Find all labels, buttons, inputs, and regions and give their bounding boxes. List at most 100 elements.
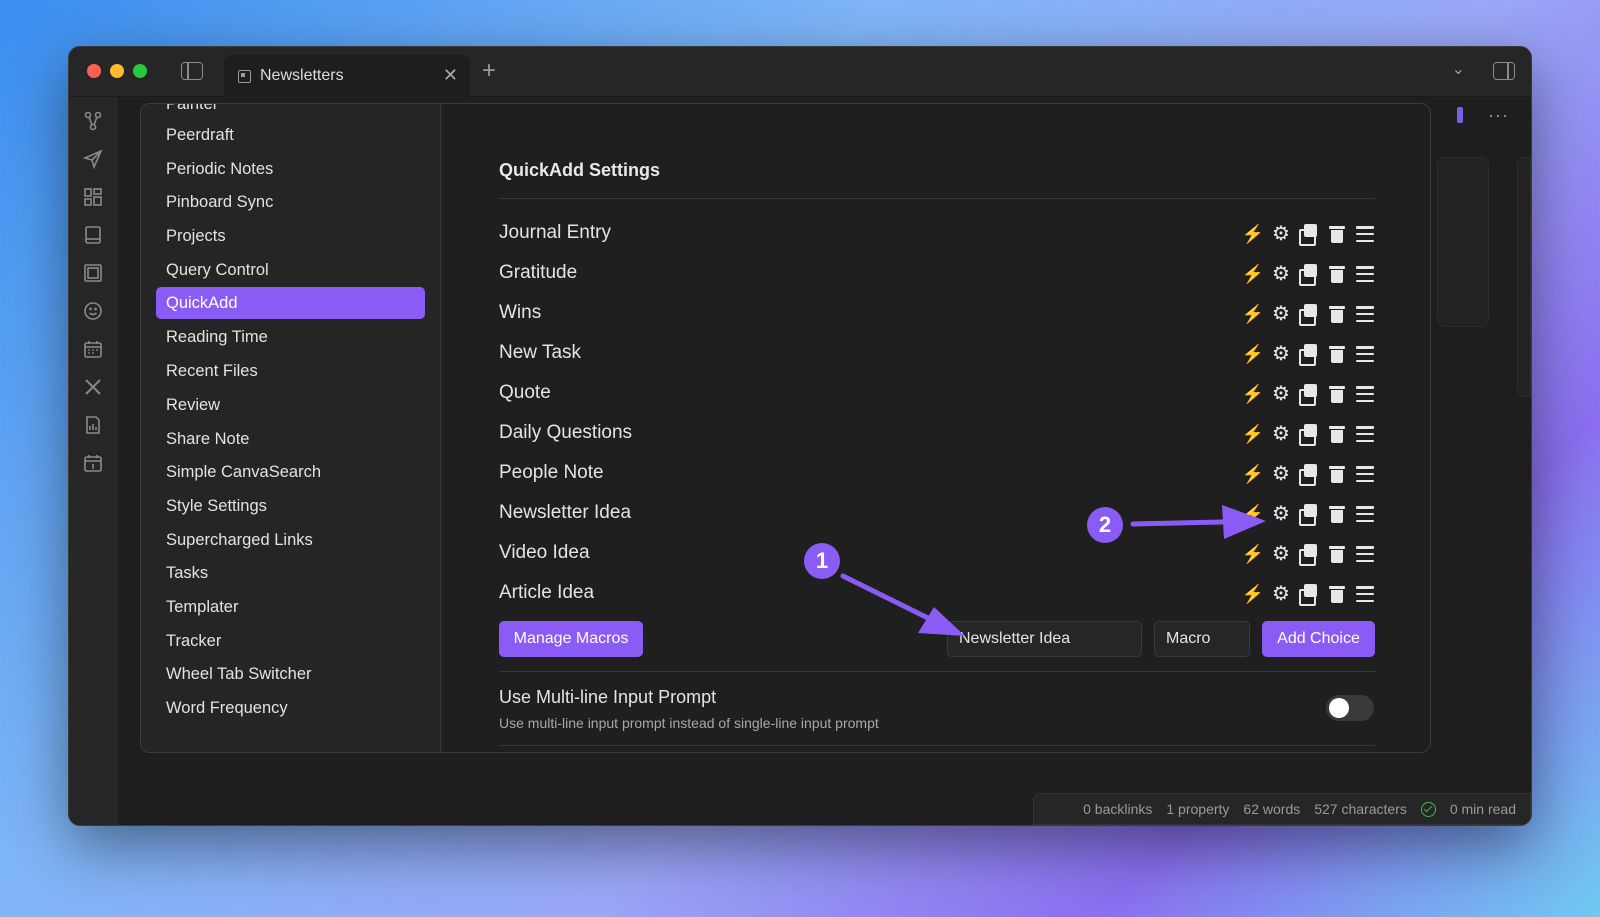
trash-icon[interactable]: [1327, 463, 1347, 485]
gear-icon[interactable]: ⚙: [1271, 583, 1291, 605]
duplicate-icon[interactable]: [1299, 543, 1319, 566]
sync-check-icon[interactable]: [1420, 801, 1436, 817]
send-icon[interactable]: [82, 149, 103, 170]
daily-note-icon[interactable]: [83, 453, 103, 473]
tab-list-chevron-icon[interactable]: ⌄: [1452, 59, 1465, 79]
tab-title: Newsletters: [260, 67, 344, 84]
sidebar-item-painter[interactable]: Painter: [156, 104, 425, 120]
maximize-window-button[interactable]: [133, 64, 147, 78]
drag-handle-icon[interactable]: [1355, 423, 1375, 445]
duplicate-icon[interactable]: [1299, 303, 1319, 326]
graph-icon[interactable]: [83, 111, 103, 131]
manage-macros-button[interactable]: Manage Macros: [499, 621, 643, 657]
sidebar-item-style-settings[interactable]: Style Settings: [156, 490, 425, 522]
sidebar-item-query-control[interactable]: Query Control: [156, 254, 425, 286]
drag-handle-icon[interactable]: [1355, 383, 1375, 405]
sidebar-item-reading-time[interactable]: Reading Time: [156, 321, 425, 353]
backlinks-count[interactable]: 0 backlinks: [1083, 801, 1152, 817]
trash-icon[interactable]: [1327, 383, 1347, 405]
duplicate-icon[interactable]: [1299, 263, 1319, 286]
multiline-toggle[interactable]: [1326, 695, 1374, 721]
choice-type-select[interactable]: Macro: [1154, 621, 1250, 657]
trash-icon[interactable]: [1327, 303, 1347, 325]
sidebar-item-share-note[interactable]: Share Note: [156, 423, 425, 455]
multiline-setting-title: Use Multi-line Input Prompt: [499, 687, 717, 707]
calendar-icon[interactable]: [83, 339, 103, 359]
duplicate-icon[interactable]: [1299, 583, 1319, 606]
gear-icon[interactable]: ⚙: [1271, 423, 1291, 445]
sidebar-item-templater[interactable]: Templater: [156, 591, 425, 623]
drag-handle-icon[interactable]: [1355, 263, 1375, 285]
sidebar-item-wheel-tab-switcher[interactable]: Wheel Tab Switcher: [156, 658, 425, 690]
grid-icon[interactable]: [83, 187, 103, 207]
trash-icon[interactable]: [1327, 583, 1347, 605]
sidebar-item-projects[interactable]: Projects: [156, 220, 425, 252]
sidebar-item-simple-canvasearch[interactable]: Simple CanvaSearch: [156, 456, 425, 488]
sidebar-item-tracker[interactable]: Tracker: [156, 625, 425, 657]
left-sidebar-toggle-icon[interactable]: [181, 62, 203, 80]
lightning-icon[interactable]: ⚡: [1242, 383, 1264, 405]
lightning-icon[interactable]: ⚡: [1242, 463, 1264, 485]
close-tab-icon[interactable]: ✕: [443, 65, 458, 86]
sidebar-item-supercharged-links[interactable]: Supercharged Links: [156, 524, 425, 556]
lightning-icon[interactable]: ⚡: [1242, 223, 1264, 245]
trash-icon[interactable]: [1327, 223, 1347, 245]
sidebar-item-recent-files[interactable]: Recent Files: [156, 355, 425, 387]
sidebar-item-peerdraft[interactable]: Peerdraft: [156, 119, 425, 151]
trash-icon[interactable]: [1327, 423, 1347, 445]
duplicate-icon[interactable]: [1299, 463, 1319, 486]
lightning-icon[interactable]: ⚡: [1242, 503, 1264, 525]
choice-row: New Task ⚡ ⚙: [499, 338, 1375, 370]
add-choice-button[interactable]: Add Choice: [1262, 621, 1375, 657]
close-window-button[interactable]: [87, 64, 101, 78]
more-options-icon[interactable]: ···: [1488, 105, 1509, 126]
gear-icon[interactable]: ⚙: [1271, 263, 1291, 285]
gallery-icon[interactable]: [83, 263, 103, 283]
sidebar-item-review[interactable]: Review: [156, 389, 425, 421]
report-icon[interactable]: [83, 415, 103, 435]
lightning-icon[interactable]: ⚡: [1242, 423, 1264, 445]
duplicate-icon[interactable]: [1299, 223, 1319, 246]
sidebar-item-pinboard-sync[interactable]: Pinboard Sync: [156, 186, 425, 218]
smiley-icon[interactable]: [83, 301, 103, 321]
drag-handle-icon[interactable]: [1355, 543, 1375, 565]
sidebar-item-tasks[interactable]: Tasks: [156, 557, 425, 589]
new-tab-button[interactable]: +: [482, 57, 496, 85]
sidebar-item-quickadd[interactable]: QuickAdd: [156, 287, 425, 319]
trash-icon[interactable]: [1327, 263, 1347, 285]
lightning-icon[interactable]: ⚡: [1242, 583, 1264, 605]
gear-icon[interactable]: ⚙: [1271, 383, 1291, 405]
gear-icon[interactable]: ⚙: [1271, 503, 1291, 525]
drag-handle-icon[interactable]: [1355, 223, 1375, 245]
trash-icon[interactable]: [1327, 503, 1347, 525]
drag-handle-icon[interactable]: [1355, 303, 1375, 325]
character-count: 527 characters: [1314, 801, 1407, 817]
gear-icon[interactable]: ⚙: [1271, 343, 1291, 365]
duplicate-icon[interactable]: [1299, 343, 1319, 366]
trash-icon[interactable]: [1327, 543, 1347, 565]
sidebar-item-periodic-notes[interactable]: Periodic Notes: [156, 153, 425, 185]
drag-handle-icon[interactable]: [1355, 463, 1375, 485]
gear-icon[interactable]: ⚙: [1271, 543, 1291, 565]
minimize-window-button[interactable]: [110, 64, 124, 78]
lightning-icon[interactable]: ⚡: [1242, 543, 1264, 565]
lightning-icon[interactable]: ⚡: [1242, 263, 1264, 285]
drag-handle-icon[interactable]: [1355, 503, 1375, 525]
new-choice-name-input[interactable]: Newsletter Idea: [947, 621, 1142, 657]
sidebar-item-word-frequency[interactable]: Word Frequency: [156, 692, 425, 724]
duplicate-icon[interactable]: [1299, 503, 1319, 526]
drag-handle-icon[interactable]: [1355, 343, 1375, 365]
gear-icon[interactable]: ⚙: [1271, 463, 1291, 485]
book-icon[interactable]: [83, 225, 103, 245]
gear-icon[interactable]: ⚙: [1271, 223, 1291, 245]
tools-icon[interactable]: [83, 377, 103, 397]
lightning-icon[interactable]: ⚡: [1242, 303, 1264, 325]
gear-icon[interactable]: ⚙: [1271, 303, 1291, 325]
right-sidebar-toggle-icon[interactable]: [1493, 62, 1515, 80]
tab-newsletters[interactable]: Newsletters ✕: [224, 55, 470, 97]
duplicate-icon[interactable]: [1299, 423, 1319, 446]
duplicate-icon[interactable]: [1299, 383, 1319, 406]
trash-icon[interactable]: [1327, 343, 1347, 365]
lightning-icon[interactable]: ⚡: [1242, 343, 1264, 365]
drag-handle-icon[interactable]: [1355, 583, 1375, 605]
